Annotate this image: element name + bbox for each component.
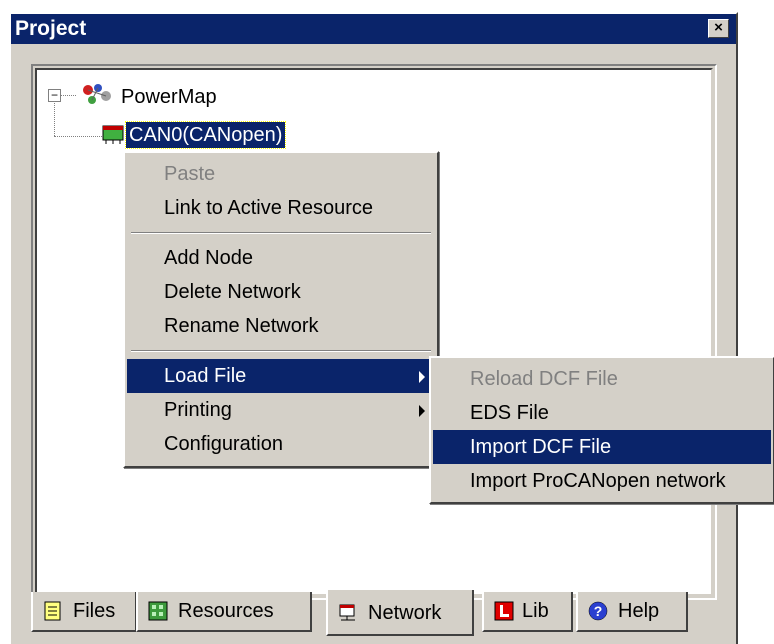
- menu-item-configuration[interactable]: Configuration: [127, 427, 435, 461]
- title-bar[interactable]: Project ×: [11, 14, 736, 44]
- menu-item-load-file[interactable]: Load File: [127, 359, 435, 393]
- menu-item-add-node[interactable]: Add Node: [127, 241, 435, 275]
- tree-connector: [54, 136, 102, 137]
- tab-resources[interactable]: Resources: [136, 592, 312, 632]
- lib-icon: [494, 601, 514, 621]
- tree-connector: [54, 101, 55, 136]
- submenu-arrow-icon: [419, 405, 425, 417]
- tab-resources-label: Resources: [178, 600, 274, 622]
- tab-strip: Files Resources Network Lib ? Help: [31, 590, 731, 642]
- help-icon: ?: [588, 601, 608, 621]
- menu-item-import-dcf-file[interactable]: Import DCF File: [433, 430, 771, 464]
- tab-help[interactable]: ? Help: [576, 592, 688, 632]
- load-file-submenu: Reload DCF File EDS File Import DCF File…: [429, 356, 774, 504]
- tab-network[interactable]: Network: [326, 590, 474, 636]
- menu-separator: [131, 232, 431, 234]
- can-network-icon: [102, 125, 124, 144]
- menu-item-link-to-active-resource[interactable]: Link to Active Resource: [127, 191, 435, 225]
- menu-item-load-file-label: Load File: [164, 365, 247, 387]
- tab-files-label: Files: [73, 600, 116, 622]
- context-menu: Paste Link to Active Resource Add Node D…: [123, 151, 439, 468]
- menu-separator: [131, 350, 431, 352]
- network-icon: [339, 604, 355, 621]
- files-icon: [44, 601, 61, 621]
- svg-text:?: ?: [594, 603, 603, 619]
- menu-item-printing-label: Printing: [164, 399, 232, 421]
- tree-node-can0[interactable]: CAN0(CANopen): [124, 121, 287, 149]
- window-title: Project: [15, 17, 87, 40]
- close-button[interactable]: ×: [708, 19, 729, 38]
- close-icon: ×: [714, 19, 723, 36]
- menu-item-reload-dcf-file[interactable]: Reload DCF File: [433, 362, 771, 396]
- tree-node-powermap[interactable]: PowerMap: [121, 86, 217, 109]
- tab-files[interactable]: Files: [31, 592, 137, 632]
- resources-icon: [148, 601, 168, 621]
- menu-item-rename-network[interactable]: Rename Network: [127, 309, 435, 343]
- menu-item-eds-file[interactable]: EDS File: [433, 396, 771, 430]
- tab-lib-label: Lib: [522, 600, 549, 622]
- menu-item-import-procanopen-network[interactable]: Import ProCANopen network: [433, 464, 771, 498]
- tab-help-label: Help: [618, 600, 660, 622]
- menu-item-paste[interactable]: Paste: [127, 157, 435, 191]
- menu-item-delete-network[interactable]: Delete Network: [127, 275, 435, 309]
- submenu-arrow-icon: [419, 371, 425, 383]
- tab-network-label: Network: [368, 602, 442, 624]
- powermap-icon: [83, 84, 111, 104]
- tree-connector: [60, 95, 76, 96]
- menu-item-printing[interactable]: Printing: [127, 393, 435, 427]
- tab-lib[interactable]: Lib: [482, 592, 573, 632]
